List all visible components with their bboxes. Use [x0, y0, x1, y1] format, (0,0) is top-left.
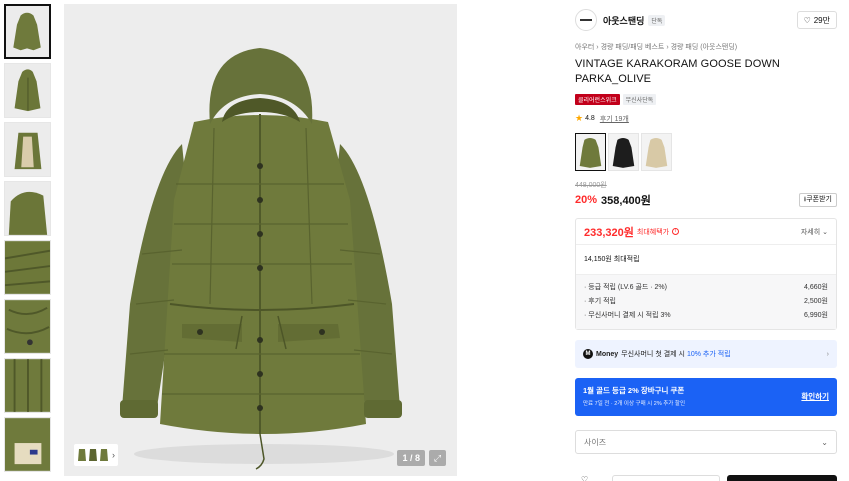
clearance-badge: 클리어런스위크	[575, 94, 620, 105]
jacket-image	[64, 4, 457, 476]
product-title: VINTAGE KARAKORAM GOOSE DOWN PARKA_OLIVE	[575, 58, 780, 85]
original-price: 448,000원	[575, 182, 607, 189]
thumbnail-1[interactable]	[4, 4, 51, 59]
points-row: · 무신사머니 결제 시 적립 3% 6,990원	[584, 309, 828, 323]
money-brand: Money	[596, 350, 619, 358]
benefit-header[interactable]: 233,320원 최대혜택가 i 자세히 ⌄	[576, 219, 836, 245]
mini-thumb-icon	[89, 449, 97, 461]
thumbnail-strip	[4, 4, 53, 476]
breadcrumb-item[interactable]: 경량 패딩/패딩 베스트	[601, 44, 665, 51]
max-benefit-label: 최대혜택가	[636, 228, 670, 236]
thumbnail-5[interactable]	[4, 240, 51, 295]
points-value: 4,660원	[804, 284, 828, 291]
main-product-image[interactable]: › 1 / 8 ⤢	[64, 4, 457, 476]
brand-logo[interactable]	[575, 9, 597, 31]
points-row: · 등급 적립 (LV.6 골드 · 2%) 4,660원	[584, 281, 828, 295]
thumbnail-7[interactable]	[4, 358, 51, 413]
swatch-beige[interactable]	[641, 133, 672, 171]
points-value: 6,990원	[804, 312, 828, 319]
exclusive-badge: 무신사단독	[622, 94, 657, 105]
coupon-button-label: 쿠폰받기	[806, 196, 832, 203]
points-value: 2,500원	[804, 298, 828, 305]
coupon-confirm-button[interactable]: 확인하기	[801, 391, 829, 402]
brand-name[interactable]: 아웃스탠딩	[603, 14, 644, 27]
points-breakdown: · 등급 적립 (LV.6 골드 · 2%) 4,660원 · 후기 적립 2,…	[576, 275, 836, 329]
buy-button[interactable]	[727, 475, 837, 481]
thumbnail-4[interactable]	[4, 181, 51, 236]
grade-coupon-banner: 1월 골드 등급 2% 장바구니 쿠폰 만료 7일 전 · 2개 이상 구매 시…	[575, 378, 837, 416]
rating-row: ★ 4.8 후기 19개	[575, 113, 837, 124]
thumbnail-6[interactable]	[4, 299, 51, 354]
mini-thumb-icon	[100, 449, 108, 461]
mini-thumb-icon	[78, 449, 86, 461]
chevron-down-icon: ⌄	[821, 437, 828, 447]
points-total: 14,150원 최대적립	[576, 245, 836, 275]
purchase-bar: ♡	[575, 475, 837, 481]
max-benefit-price: 233,320원	[584, 226, 634, 239]
heart-icon[interactable]: ♡	[581, 475, 588, 481]
expand-icon[interactable]: ⤢	[429, 450, 446, 466]
brand-tag: 단독	[648, 14, 666, 26]
sale-price: 358,400원	[601, 195, 651, 207]
swatch-olive[interactable]	[575, 133, 606, 171]
points-row: · 후기 적립 2,500원	[584, 295, 828, 309]
rating-value: 4.8	[585, 115, 595, 122]
thumbnail-2[interactable]	[4, 63, 51, 118]
size-select-placeholder: 사이즈	[584, 437, 607, 447]
money-highlight: 10% 추가 적립	[686, 351, 731, 358]
chevron-right-icon: ›	[826, 350, 829, 358]
points-label: · 등급 적립 (LV.6 골드 · 2%)	[584, 284, 667, 291]
money-icon: M	[583, 349, 593, 359]
discount-rate: 20%	[575, 194, 598, 206]
breadcrumb-item[interactable]: 아우터	[575, 44, 594, 51]
breadcrumb-item[interactable]: 경량 패딩 (아웃스탠딩)	[671, 44, 738, 51]
image-pager: 1 / 8	[397, 450, 425, 466]
musinsa-money-banner[interactable]: M Money 무신사머니 첫 결제 시 10% 추가 적립 ›	[575, 340, 837, 368]
brand-like-button[interactable]: ♡ 29만	[796, 11, 837, 29]
color-swatches	[575, 133, 837, 171]
size-select[interactable]: 사이즈 ⌄	[575, 430, 837, 454]
review-link[interactable]: 후기 19개	[600, 114, 629, 124]
coupon-title: 1월 골드 등급 2% 장바구니 쿠폰	[583, 386, 685, 395]
thumbnail-8[interactable]	[4, 417, 51, 472]
thumbnail-3[interactable]	[4, 122, 51, 177]
breadcrumb: 아우터 › 경량 패딩/패딩 베스트 › 경량 패딩 (아웃스탠딩)	[575, 42, 837, 52]
points-label: · 후기 적립	[584, 298, 616, 305]
chevron-right-icon: ›	[112, 450, 115, 460]
heart-icon: ♡	[803, 15, 811, 25]
product-info-panel: 아웃스탠딩 단독 ♡ 29만 아우터 › 경량 패딩/패딩 베스트 › 경량 패…	[575, 8, 837, 454]
money-text: 무신사머니 첫 결제 시	[621, 351, 685, 358]
info-icon[interactable]: i	[672, 228, 680, 235]
coupon-subtitle: 만료 7일 전 · 2개 이상 구매 시 2% 추가 할인	[583, 401, 686, 407]
chevron-down-icon: ⌄	[822, 228, 828, 236]
cart-button[interactable]	[612, 475, 720, 481]
get-coupon-button[interactable]: ⭳쿠폰받기	[798, 193, 837, 207]
max-benefit-box: 233,320원 최대혜택가 i 자세히 ⌄ 14,150원 최대적립 · 등급…	[575, 218, 837, 330]
product-badges: 클리어런스위크 무신사단독	[575, 94, 837, 105]
price-row: 20% 358,400원 ⭳쿠폰받기	[575, 192, 837, 208]
benefit-detail-toggle[interactable]: 자세히 ⌄	[801, 227, 828, 237]
brand-like-count: 29만	[813, 15, 830, 25]
mini-thumbnail-nav[interactable]: ›	[74, 444, 118, 466]
brand-row: 아웃스탠딩 단독 ♡ 29만	[575, 8, 837, 32]
swatch-black[interactable]	[608, 133, 639, 171]
points-label: · 무신사머니 결제 시 적립 3%	[584, 312, 671, 319]
star-icon: ★	[575, 113, 584, 123]
